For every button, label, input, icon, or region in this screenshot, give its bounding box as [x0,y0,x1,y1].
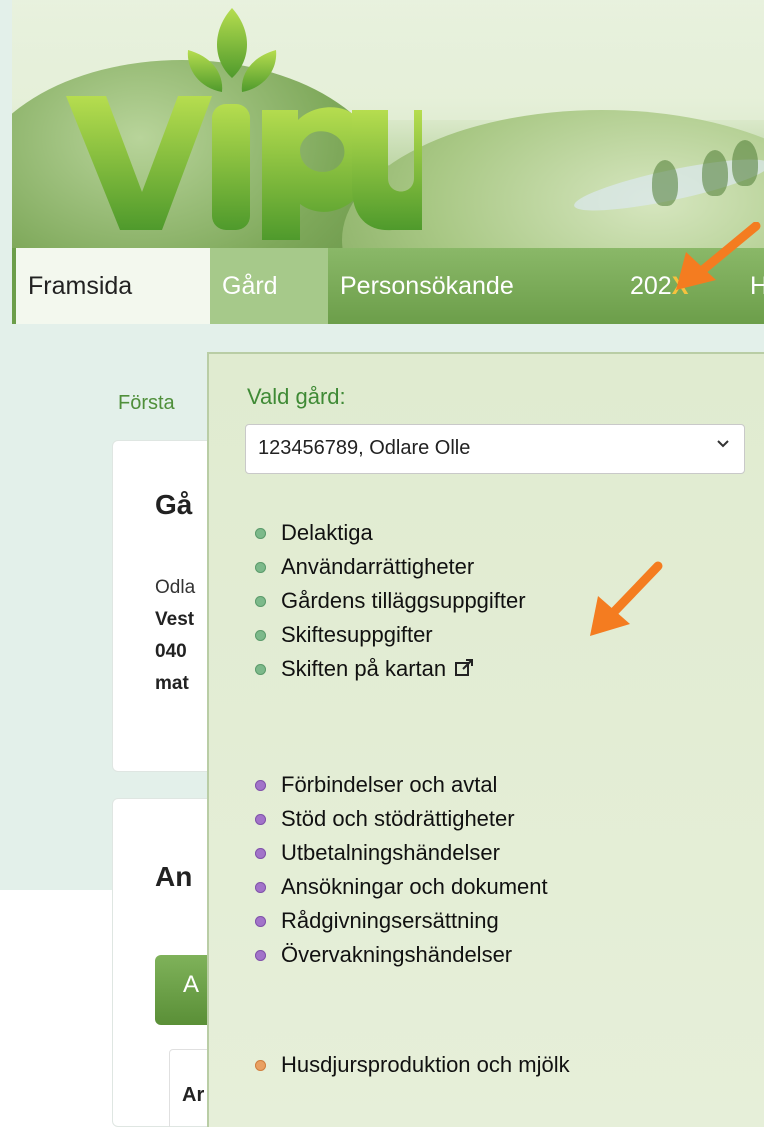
vipu-logo[interactable] [62,0,422,240]
selected-farm-label: Vald gård: [247,384,346,409]
menu-group-livestock: Husdjursproduktion och mjölk [247,1048,570,1082]
menu-item-label: Stöd och stödrättigheter [281,806,515,831]
orange-bullet-icon [255,1060,266,1071]
card-title: An [155,861,193,892]
table-header: Ar [182,1084,205,1106]
menu-item-husdjursproduktion-och-mjolk[interactable]: Husdjursproduktion och mjölk [247,1048,570,1082]
menu-item-anvandarrattigheter[interactable]: Användarrättigheter [247,550,526,584]
menu-item-label: Ansökningar och dokument [281,874,548,899]
card-line: 040 [155,641,187,662]
farm-select[interactable]: 123456789, Odlare Olle [245,424,745,474]
nav-item-gard[interactable]: Gård [210,248,328,324]
annotation-arrow-icon [676,222,761,290]
menu-item-overvakningshandelser[interactable]: Övervakningshändelser [247,938,548,972]
gard-dropdown-menu: Vald gård: 123456789, Odlare Olle Delakt… [207,352,764,1127]
menu-item-label: Skiften på kartan [281,656,447,681]
card-title: Gå [155,489,193,520]
menu-item-label: Delaktiga [281,520,373,545]
nav-item-personsokande[interactable]: Personsökande [328,248,618,324]
menu-item-label: Gårdens tilläggsuppgifter [281,588,526,613]
menu-group-farm: Delaktiga Användarrättigheter Gårdens ti… [247,516,526,686]
main-nav: Framsida Gård Personsökande 202X H [12,248,764,324]
menu-item-label: Utbetalningshändelser [281,840,500,865]
menu-item-utbetalningshandelser[interactable]: Utbetalningshändelser [247,836,548,870]
menu-item-label: Husdjursproduktion och mjölk [281,1052,570,1077]
menu-item-skiftesuppgifter[interactable]: Skiftesuppgifter [247,618,526,652]
purple-bullet-icon [255,780,266,791]
card-line: Vest [155,609,195,630]
menu-item-label: Skiftesuppgifter [281,622,433,647]
green-bullet-icon [255,562,266,573]
menu-item-skiften-pa-kartan[interactable]: Skiften på kartan [247,652,526,686]
purple-bullet-icon [255,882,266,893]
green-bullet-icon [255,596,266,607]
card-line: Odla [155,577,196,598]
menu-item-radgivningsersattning[interactable]: Rådgivningsersättning [247,904,548,938]
purple-bullet-icon [255,814,266,825]
menu-item-gardens-tillaggsuppgifter[interactable]: Gårdens tilläggsuppgifter [247,584,526,618]
menu-item-ansokningar-och-dokument[interactable]: Ansökningar och dokument [247,870,548,904]
green-bullet-icon [255,664,266,675]
green-bullet-icon [255,528,266,539]
menu-item-forbindelser-och-avtal[interactable]: Förbindelser och avtal [247,768,548,802]
farm-select-value: 123456789, Odlare Olle [258,437,471,459]
menu-item-delaktiga[interactable]: Delaktiga [247,516,526,550]
chevron-down-icon [716,437,730,456]
nav-year-label: 202 [630,272,672,300]
breadcrumb[interactable]: Första [118,392,175,415]
purple-bullet-icon [255,848,266,859]
external-link-icon [454,654,474,688]
menu-item-stod-och-stodrattigheter[interactable]: Stöd och stödrättigheter [247,802,548,836]
green-bullet-icon [255,630,266,641]
purple-bullet-icon [255,916,266,927]
menu-item-label: Förbindelser och avtal [281,772,498,797]
menu-item-label: Användarrättigheter [281,554,475,579]
menu-item-label: Övervakningshändelser [281,942,513,967]
card-line: mat [155,673,189,694]
annotation-arrow-icon [590,561,663,636]
menu-group-agreements: Förbindelser och avtal Stöd och stödrätt… [247,768,548,972]
purple-bullet-icon [255,950,266,961]
nav-item-framsida[interactable]: Framsida [12,248,210,324]
menu-item-label: Rådgivningsersättning [281,908,499,933]
